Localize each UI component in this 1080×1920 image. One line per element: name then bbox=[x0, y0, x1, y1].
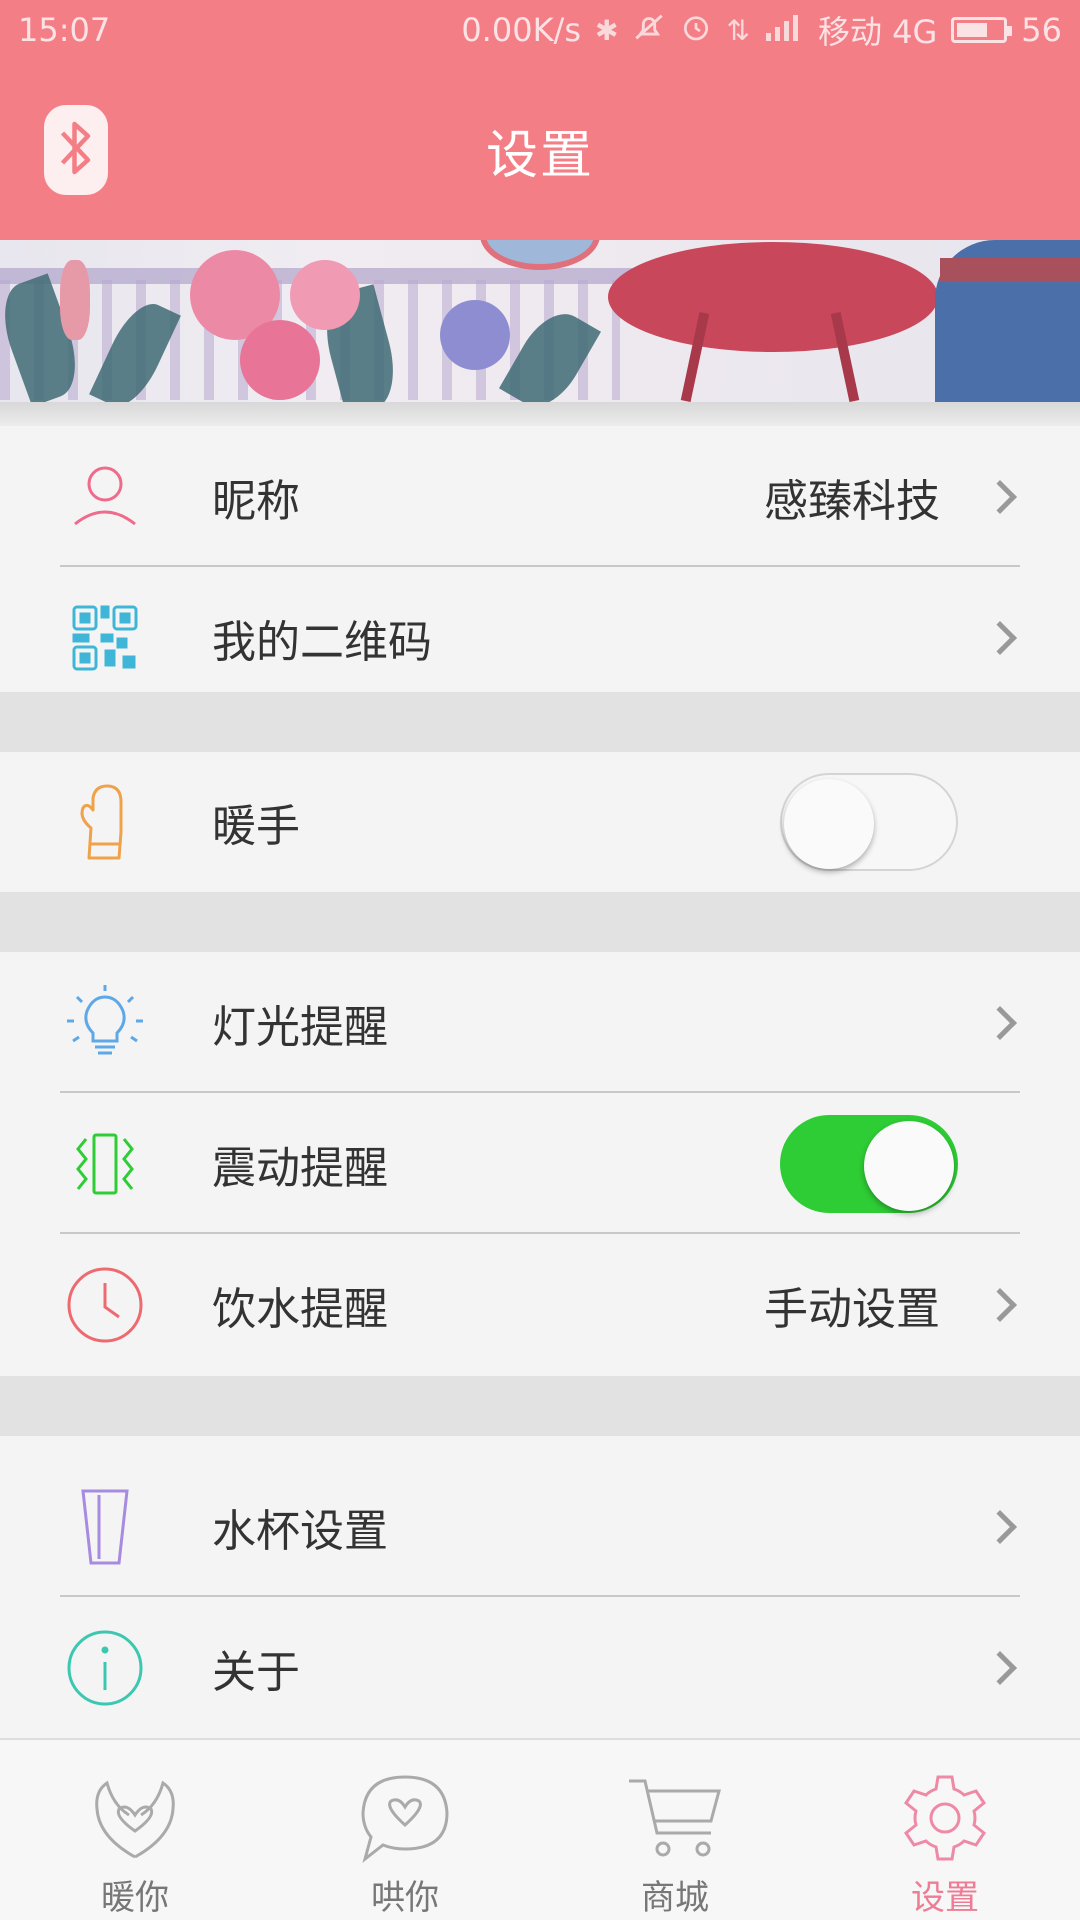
tab-warm[interactable]: 暖你 bbox=[0, 1740, 270, 1920]
tab-label: 哄你 bbox=[371, 1878, 439, 1918]
qrcode-row[interactable]: 我的二维码 bbox=[0, 567, 1080, 708]
app-header: 设置 bbox=[0, 60, 1080, 240]
chevron-right-icon bbox=[983, 479, 1017, 514]
about-label: 关于 bbox=[212, 1646, 300, 1698]
nickname-value: 感臻科技 bbox=[764, 475, 940, 527]
cup-settings-row[interactable]: 水杯设置 bbox=[0, 1456, 1080, 1597]
tab-settings[interactable]: 设置 bbox=[810, 1740, 1080, 1920]
chevron-right-icon bbox=[983, 1005, 1017, 1040]
status-icons: 0.00K/s ✱ ⇅ 移动 4G 56 bbox=[461, 7, 1062, 53]
misc-section: 水杯设置 关于 bbox=[0, 1436, 1080, 1738]
profile-section: 昵称 感臻科技 我的二维码 bbox=[0, 426, 1080, 692]
bluetooth-icon bbox=[58, 118, 94, 182]
page-title: 设置 bbox=[485, 125, 594, 186]
light-reminder-label: 灯光提醒 bbox=[212, 1001, 388, 1053]
bottom-tab-bar: 暖你 哄你 商城 设置 bbox=[0, 1738, 1080, 1920]
warmer-row: 暖手 bbox=[0, 752, 1080, 892]
section-gap bbox=[0, 892, 1080, 952]
nickname-label: 昵称 bbox=[212, 475, 300, 527]
cup-icon bbox=[60, 1482, 150, 1572]
info-icon bbox=[60, 1623, 150, 1713]
battery-level: 56 bbox=[1021, 11, 1062, 49]
alarm-icon bbox=[680, 11, 712, 50]
signal-icon bbox=[764, 13, 804, 48]
vibration-icon bbox=[60, 1119, 150, 1209]
banner-illustration bbox=[0, 240, 1080, 402]
tab-coax[interactable]: 哄你 bbox=[270, 1740, 540, 1920]
banner-shadow bbox=[0, 402, 1080, 426]
status-bar: 15:07 0.00K/s ✱ ⇅ 移动 4G 56 bbox=[0, 0, 1080, 60]
vibration-toggle[interactable] bbox=[780, 1114, 958, 1213]
tab-label: 暖你 bbox=[101, 1878, 169, 1918]
qrcode-label: 我的二维码 bbox=[212, 616, 432, 668]
gear-icon bbox=[895, 1768, 995, 1868]
clock-icon bbox=[60, 1260, 150, 1350]
tab-shop[interactable]: 商城 bbox=[540, 1740, 810, 1920]
chevron-right-icon bbox=[983, 1509, 1017, 1544]
cart-icon bbox=[625, 1768, 725, 1868]
mitten-icon bbox=[60, 777, 150, 867]
chevron-right-icon bbox=[983, 1650, 1017, 1685]
chat-heart-icon bbox=[355, 1768, 455, 1868]
network-speed: 0.00K/s bbox=[461, 11, 581, 49]
tab-label: 设置 bbox=[911, 1878, 979, 1918]
bluetooth-button[interactable] bbox=[44, 105, 108, 195]
nickname-row[interactable]: 昵称 感臻科技 bbox=[0, 426, 1080, 567]
warmer-label: 暖手 bbox=[212, 801, 300, 852]
warmer-section: 暖手 bbox=[0, 752, 1080, 892]
toggle-knob bbox=[784, 779, 874, 869]
chevron-right-icon bbox=[983, 620, 1017, 655]
chevron-right-icon bbox=[983, 1287, 1017, 1322]
reminders-section: 灯光提醒 震动提醒 饮水提醒 手动设置 bbox=[0, 952, 1080, 1376]
drink-reminder-label: 饮水提醒 bbox=[212, 1283, 388, 1335]
section-gap bbox=[0, 692, 1080, 752]
mute-icon bbox=[632, 10, 666, 51]
avatar[interactable] bbox=[480, 240, 600, 270]
toggle-knob bbox=[864, 1120, 954, 1211]
section-gap bbox=[0, 1376, 1080, 1436]
data-transfer-icon: ⇅ bbox=[726, 13, 750, 47]
carrier-label: 移动 4G bbox=[817, 13, 938, 51]
status-time: 15:07 bbox=[18, 11, 111, 49]
lightbulb-icon bbox=[60, 978, 150, 1068]
battery-icon bbox=[951, 17, 1013, 43]
hands-heart-icon bbox=[85, 1768, 185, 1868]
qrcode-icon bbox=[60, 593, 150, 683]
user-icon bbox=[60, 452, 150, 542]
vibration-reminder-row: 震动提醒 bbox=[0, 1093, 1080, 1234]
about-row[interactable]: 关于 bbox=[0, 1597, 1080, 1738]
warmer-toggle[interactable] bbox=[780, 773, 958, 871]
tab-label: 商城 bbox=[641, 1878, 709, 1918]
bluetooth-status-icon: ✱ bbox=[595, 13, 619, 47]
light-reminder-row[interactable]: 灯光提醒 bbox=[0, 952, 1080, 1093]
drink-reminder-value: 手动设置 bbox=[764, 1283, 940, 1335]
vibration-reminder-label: 震动提醒 bbox=[212, 1142, 388, 1194]
drink-reminder-row[interactable]: 饮水提醒 手动设置 bbox=[0, 1234, 1080, 1375]
cup-settings-label: 水杯设置 bbox=[212, 1505, 388, 1557]
